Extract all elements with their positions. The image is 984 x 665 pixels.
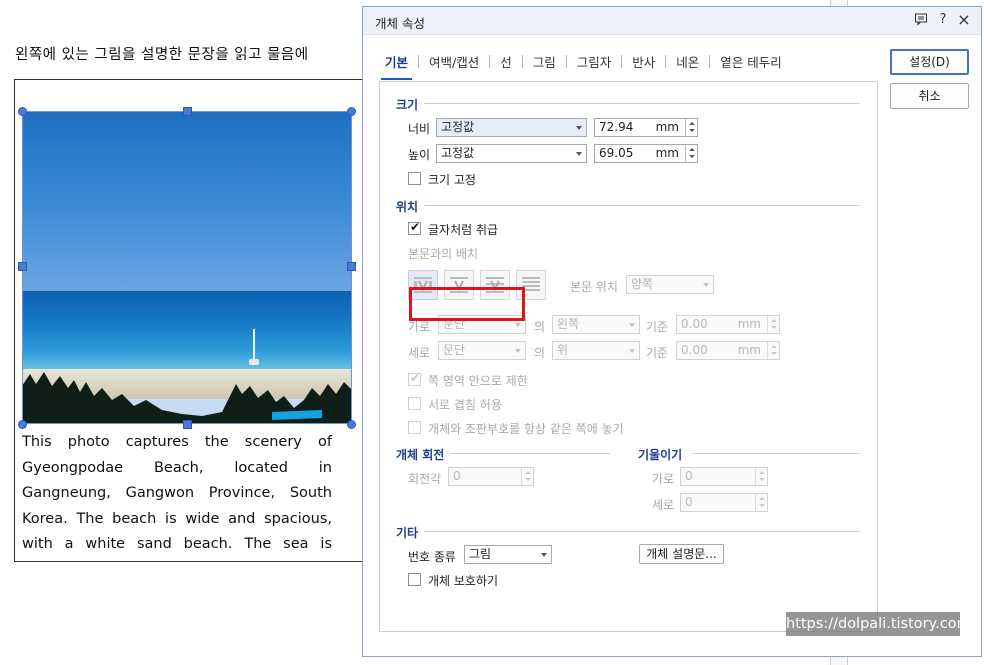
- vertical-base-label: 기준: [646, 346, 669, 360]
- tab-line[interactable]: 선: [496, 52, 516, 71]
- width-label: 너비: [408, 122, 431, 136]
- tab-shadow[interactable]: 그림자: [573, 52, 616, 71]
- dialog-titlebar[interactable]: 개체 속성 ? ×: [363, 7, 981, 35]
- resize-handle-top[interactable]: [183, 107, 192, 116]
- treat-as-char-checkbox[interactable]: ✔: [408, 220, 421, 235]
- other-section-label: 기타: [396, 526, 419, 540]
- help-icon[interactable]: ?: [935, 12, 951, 28]
- wrap-label: 본문과의 배치: [408, 247, 479, 261]
- resize-handle-right[interactable]: [347, 262, 356, 271]
- rotation-section-label: 개체 회전: [396, 448, 445, 462]
- caption-line: Gangneung, Gangwon Province, South: [22, 485, 332, 501]
- caption-line: This photo captures the scenery of: [22, 434, 332, 450]
- vertical-align-select[interactable]: 위: [552, 341, 640, 360]
- highlight-box: [409, 287, 525, 321]
- size-section-label: 크기: [396, 98, 419, 112]
- horizontal-base-label: 기준: [646, 320, 669, 334]
- protect-object-label: 개체 보호하기: [428, 574, 499, 588]
- tilt-horizontal-label: 가로: [652, 472, 675, 486]
- number-type-label: 번호 종류: [408, 550, 456, 564]
- vertical-of-label: 의: [534, 346, 546, 360]
- caption-line: Gyeongpodae Beach, located in: [22, 459, 332, 476]
- photo-sea: [22, 291, 352, 371]
- rotation-angle-input[interactable]: 0: [448, 467, 534, 486]
- resize-handle-top-right[interactable]: [347, 107, 356, 116]
- resize-handle-bottom-left[interactable]: [18, 420, 27, 429]
- horizontal-offset-input[interactable]: 0.00 mm: [676, 315, 780, 334]
- document-heading-text: 왼쪽에 있는 그림을 설명한 문장을 읽고 물음에: [15, 47, 309, 63]
- rotation-angle-label: 회전각: [408, 472, 442, 486]
- tab-soft-edge[interactable]: 옅은 테두리: [716, 52, 785, 71]
- height-label: 높이: [408, 148, 431, 162]
- vertical-offset-input[interactable]: 0.00 mm: [676, 341, 780, 360]
- object-description-button[interactable]: 개체 설명문...: [639, 544, 724, 564]
- tab-picture[interactable]: 그림: [529, 52, 560, 71]
- vertical-ref-select[interactable]: 문단: [438, 341, 526, 360]
- resize-handle-left[interactable]: [18, 262, 27, 271]
- limit-to-page-label: 쪽 영역 안으로 제한: [428, 374, 528, 388]
- height-spinner[interactable]: [685, 145, 697, 162]
- photo-sailboat: [249, 359, 259, 365]
- tilt-vertical-input[interactable]: 0: [680, 493, 768, 512]
- width-input[interactable]: 72.94 mm: [594, 118, 698, 137]
- resize-handle-top-left[interactable]: [18, 107, 27, 116]
- width-mode-select[interactable]: 고정값: [436, 118, 587, 137]
- caption-line: Korea. The beach is wide and spacious,: [22, 510, 332, 527]
- number-type-select[interactable]: 그림: [464, 545, 552, 564]
- beach-photo[interactable]: [22, 111, 352, 424]
- ok-button[interactable]: 설정(D): [890, 49, 969, 75]
- tab-neon[interactable]: 네온: [672, 52, 703, 71]
- same-page-checkbox[interactable]: [408, 421, 421, 434]
- allow-overlap-label: 서로 겹침 허용: [428, 398, 502, 412]
- lock-size-label: 크기 고정: [428, 173, 476, 187]
- basic-tab-panel: 크기 너비 고정값 72.94 mm 높이 고정값 69.05 mm 크기 고정…: [379, 81, 878, 632]
- protect-object-checkbox[interactable]: [408, 573, 421, 586]
- height-input[interactable]: 69.05 mm: [594, 144, 698, 163]
- horizontal-align-select[interactable]: 왼쪽: [552, 315, 640, 334]
- limit-to-page-checkbox[interactable]: ✔: [408, 371, 421, 386]
- vertical-label: 세로: [408, 346, 431, 360]
- lock-size-checkbox[interactable]: [408, 172, 421, 185]
- photo-trees: [22, 372, 352, 424]
- tab-basic[interactable]: 기본: [381, 52, 413, 80]
- text-position-select[interactable]: 양쪽: [626, 275, 714, 294]
- height-mode-select[interactable]: 고정값: [436, 144, 587, 163]
- tab-margin-caption[interactable]: 여백/캡션: [425, 52, 483, 71]
- horizontal-of-label: 의: [534, 320, 546, 334]
- tilt-vertical-label: 세로: [652, 498, 675, 512]
- caption-line: with a white sand beach. The sea is: [22, 536, 332, 552]
- comment-icon[interactable]: [913, 12, 929, 28]
- text-position-label: 본문 위치: [570, 280, 618, 294]
- tilt-section-label: 기울이기: [638, 448, 683, 462]
- resize-handle-bottom-right[interactable]: [347, 420, 356, 429]
- position-section-label: 위치: [396, 200, 419, 214]
- resize-handle-bottom[interactable]: [183, 420, 192, 429]
- object-properties-dialog: 개체 속성 ? × 기본 여백/캡션 선 그림 그림자 반사 네온 옅은 테두리…: [362, 6, 982, 657]
- close-icon[interactable]: ×: [956, 12, 972, 28]
- watermark: https://dolpali.tistory.com: [786, 612, 971, 636]
- same-page-label: 개체와 조판부호를 항상 같은 쪽에 놓기: [428, 422, 624, 436]
- photo-caption: This photo captures the scenery of Gyeon…: [22, 430, 332, 558]
- dialog-tabs: 기본 여백/캡션 선 그림 그림자 반사 네온 옅은 테두리: [381, 49, 786, 80]
- treat-as-char-label: 글자처럼 취급: [428, 223, 499, 237]
- cancel-button[interactable]: 취소: [890, 83, 969, 109]
- tilt-horizontal-input[interactable]: 0: [680, 467, 768, 486]
- photo-sailboat-mast: [253, 329, 255, 363]
- width-spinner[interactable]: [685, 119, 697, 136]
- allow-overlap-checkbox[interactable]: [408, 397, 421, 410]
- tab-reflection[interactable]: 반사: [628, 52, 659, 71]
- dialog-title: 개체 속성: [375, 16, 425, 31]
